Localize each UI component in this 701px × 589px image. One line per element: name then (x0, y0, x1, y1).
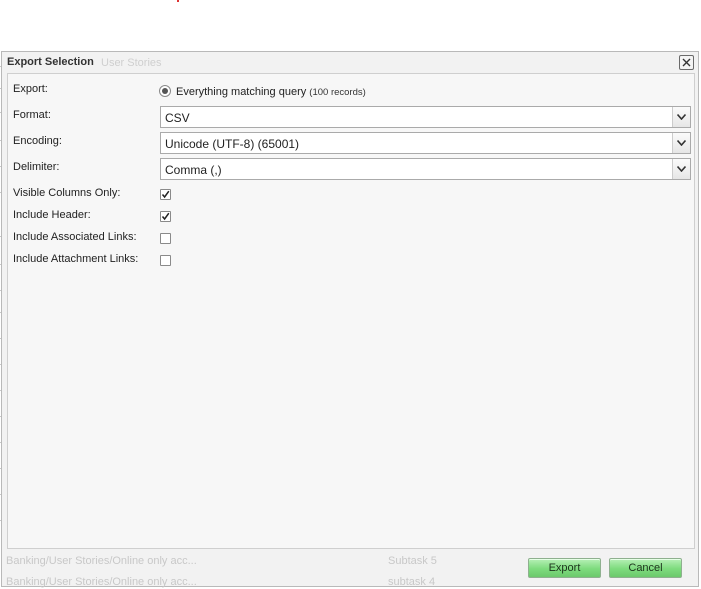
chevron-down-icon (677, 114, 686, 120)
encoding-dropdown-arrow[interactable] (672, 133, 690, 153)
format-value: CSV (165, 111, 190, 125)
delimiter-select[interactable]: Comma (,) (160, 158, 691, 180)
dialog-titlebar[interactable]: Export Selection User Stories (2, 52, 698, 72)
visible-columns-checkbox[interactable] (160, 189, 171, 200)
background-row-path: Banking/User Stories/Online only acc... (6, 555, 197, 567)
background-row-path: Banking/User Stories/Online only acc... (6, 576, 197, 588)
chevron-down-icon (677, 166, 686, 172)
associated-links-label: Include Associated Links: (13, 231, 137, 243)
attachment-links-checkbox[interactable] (160, 255, 171, 266)
export-all-radio[interactable] (159, 85, 171, 97)
visible-columns-label: Visible Columns Only: (13, 187, 121, 199)
background-marker (177, 0, 179, 2)
encoding-select[interactable]: Unicode (UTF-8) (65001) (160, 132, 691, 154)
checkmark-icon (161, 190, 170, 199)
close-icon (682, 58, 691, 67)
format-select[interactable]: CSV (160, 106, 691, 128)
encoding-label: Encoding: (13, 135, 62, 147)
checkmark-icon (161, 212, 170, 221)
export-record-count: (100 records) (309, 87, 366, 98)
include-header-label: Include Header: (13, 209, 91, 221)
delimiter-label: Delimiter: (13, 161, 60, 173)
format-dropdown-arrow[interactable] (672, 107, 690, 127)
background-row-type: Subtask 5 (388, 555, 437, 567)
chevron-down-icon (677, 140, 686, 146)
export-option-text: Everything matching query (176, 86, 307, 98)
close-button[interactable] (679, 55, 694, 70)
dialog-title: Export Selection (7, 56, 94, 68)
export-button[interactable]: Export (528, 558, 601, 578)
dialog-content: Export: Everything matching query (100 r… (7, 73, 695, 549)
background-row-type: subtask 4 (388, 576, 436, 588)
include-header-checkbox[interactable] (160, 211, 171, 222)
cancel-button[interactable]: Cancel (609, 558, 682, 578)
format-label: Format: (13, 109, 51, 121)
export-option-label[interactable]: Everything matching query (100 records) (176, 86, 366, 98)
associated-links-checkbox[interactable] (160, 233, 171, 244)
export-selection-dialog: Export Selection User Stories Export: Ev… (1, 51, 699, 588)
encoding-value: Unicode (UTF-8) (65001) (165, 137, 300, 151)
export-label: Export: (13, 83, 48, 95)
background-title-ghost: User Stories (101, 57, 162, 69)
attachment-links-label: Include Attachment Links: (13, 253, 139, 265)
delimiter-value: Comma (,) (165, 163, 222, 177)
delimiter-dropdown-arrow[interactable] (672, 159, 690, 179)
